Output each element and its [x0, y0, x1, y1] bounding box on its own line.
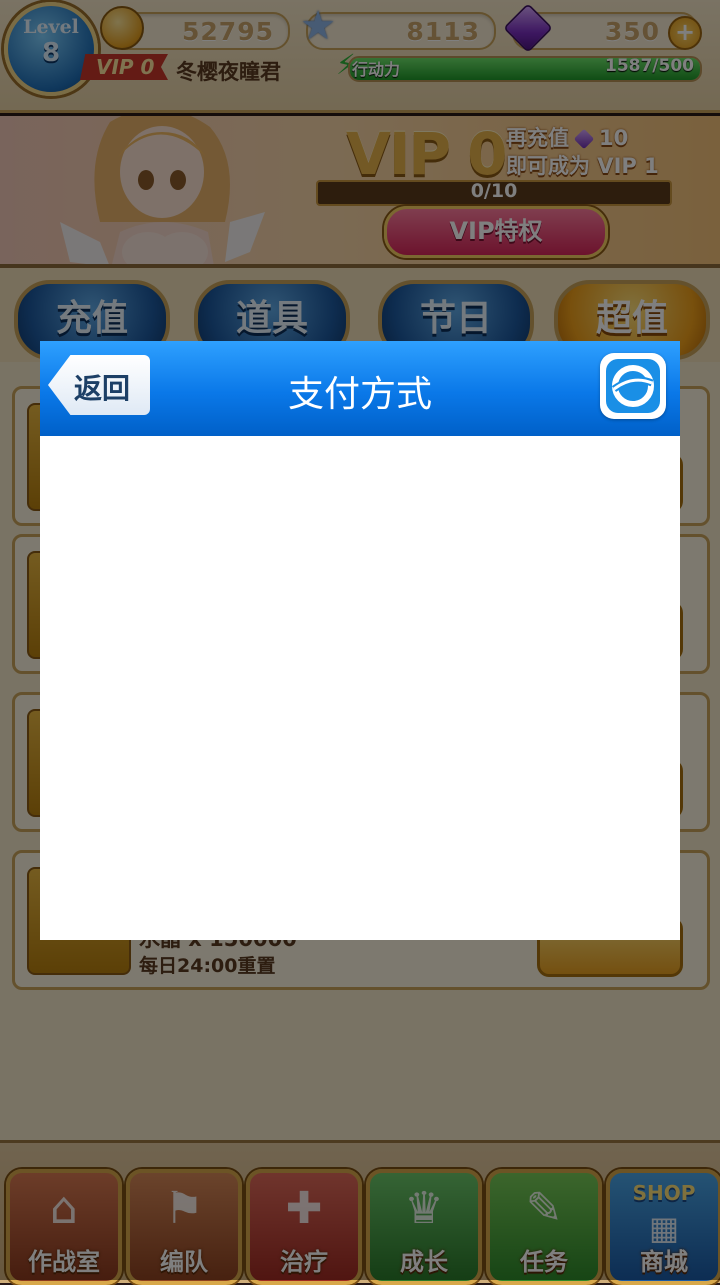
payment-brand-icon[interactable]: [600, 353, 666, 419]
dialog-body: [40, 436, 680, 940]
dialog-title: 支付方式: [287, 374, 432, 415]
payment-dialog: 返回 支付方式: [40, 341, 680, 940]
game-screen: Level 8 52795 8113 ★ 350 + VIP 0 冬樱夜瞳君 ⚡…: [0, 0, 720, 1285]
payment-logo-icon: [606, 359, 660, 413]
dialog-header: 返回 支付方式: [40, 341, 680, 436]
